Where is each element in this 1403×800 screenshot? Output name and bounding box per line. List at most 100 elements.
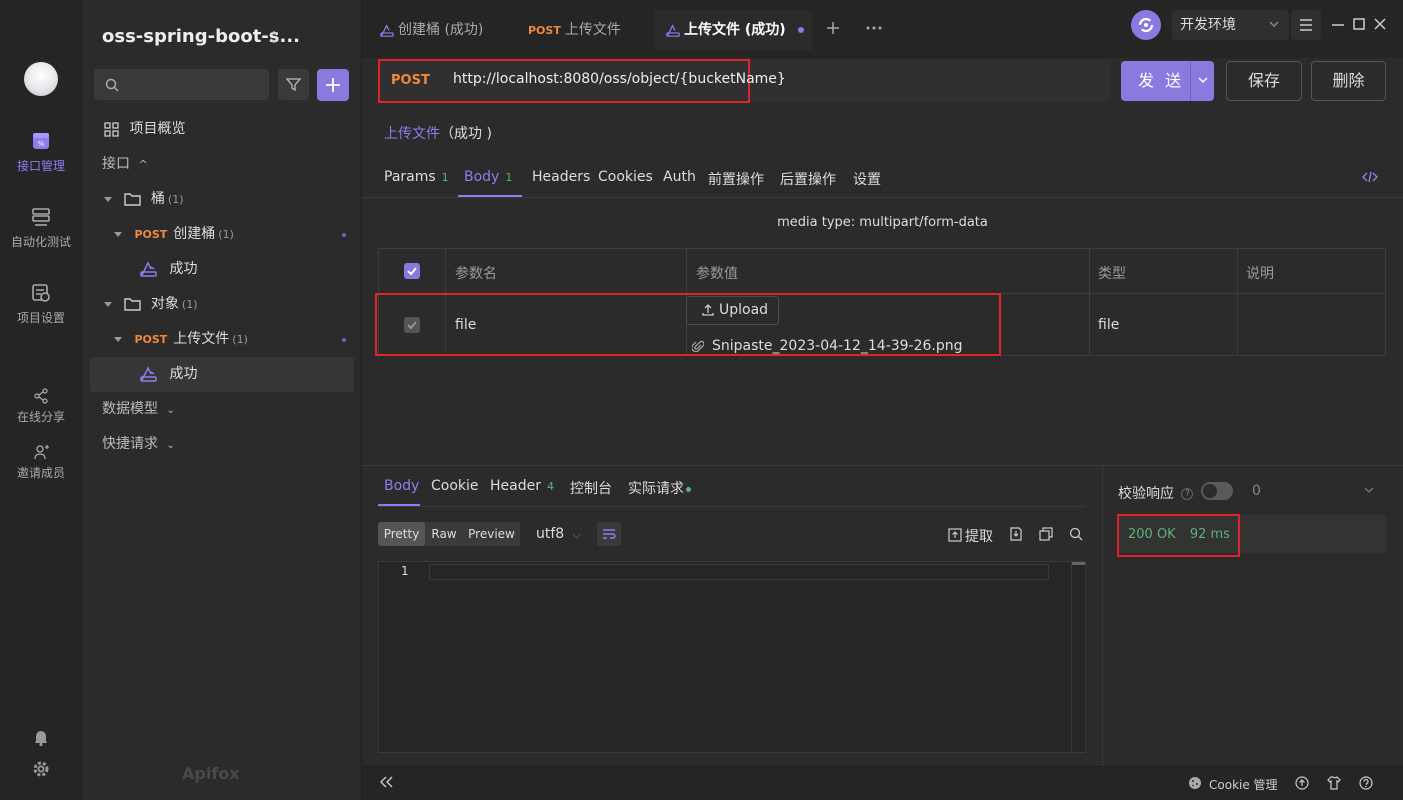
env-select[interactable]: 开发环境 [1172,10,1289,40]
res-tab-console[interactable]: 控制台 [570,478,612,498]
automation-icon [30,206,52,228]
extract-label: 提取 [965,529,993,545]
tab-params[interactable]: Params 1 [384,169,449,185]
tree-overview[interactable]: 项目概览 [82,112,362,147]
param-type-select[interactable]: file [1098,317,1119,333]
help-icon[interactable] [1359,776,1373,790]
tab-settings[interactable]: 设置 [853,169,881,189]
tree-case-success-2[interactable]: 成功 [90,357,354,392]
tab-upload-file-success[interactable]: 上传文件 (成功) [654,10,812,50]
res-tab-body[interactable]: Body [384,478,419,494]
nav-rail: % 接口管理 自动化测试 项目设置 在线分享 邀请成员 [0,0,82,800]
tab-pre-ops[interactable]: 前置操作 [708,169,764,189]
tree-section-interfaces[interactable]: 接口 ^ [82,147,362,182]
col-divider [1237,249,1238,355]
rail-api-management[interactable]: % 接口管理 [0,130,82,174]
highlight-box-file-row [375,293,1001,356]
tab-headers[interactable]: Headers [532,169,590,185]
tab-body[interactable]: Body 1 [464,169,512,185]
validate-toggle[interactable] [1201,482,1233,500]
search-input[interactable] [94,69,269,100]
header-param-name: 参数名 [455,266,497,282]
search-icon[interactable] [1069,527,1083,541]
cookie-manager-link[interactable]: Cookie 管理 [1209,776,1278,793]
response-editor[interactable]: 1 [378,561,1086,753]
send-button[interactable]: 发 送 [1121,61,1214,101]
select-all-checkbox[interactable] [404,263,420,279]
rail-share[interactable]: 在线分享 [0,388,82,425]
method-badge: POST [134,228,168,241]
filter-button[interactable] [278,69,309,100]
shirt-icon[interactable] [1327,776,1341,790]
divider [1102,466,1103,766]
chevron-down-icon[interactable] [1198,77,1208,84]
tab-label: 上传文件 (成功) [684,22,786,38]
api-label: 创建桶 [173,226,216,242]
mode-preview[interactable]: Preview [463,522,520,546]
copy-icon[interactable] [1039,527,1053,541]
rail-automation[interactable]: 自动化测试 [0,206,82,250]
tab-cookies[interactable]: Cookies [598,169,653,185]
mode-raw[interactable]: Raw [425,522,463,546]
scrollbar-thumb[interactable] [1072,562,1085,565]
wrap-toggle[interactable] [597,522,621,546]
media-type: media type: multipart/form-data [777,215,988,230]
case-icon [140,366,157,382]
tab-upload-file[interactable]: POST 上传文件 [528,10,621,50]
tab-auth[interactable]: Auth [663,169,696,185]
rail-invite[interactable]: 邀请成员 [0,444,82,481]
current-line-highlight [429,564,1049,580]
res-tab-header[interactable]: Header 4 [490,478,554,494]
method-select[interactable]: POST [391,73,430,88]
chevron-down-icon[interactable] [1364,487,1374,494]
tree-section-data-model[interactable]: 数据模型 ⌄ [82,392,362,427]
collapse-sidebar-icon[interactable] [380,776,393,788]
minimize-icon[interactable] [1331,17,1345,31]
validate-label: 校验响应 [1118,486,1174,502]
new-tab-button[interactable] [825,20,841,36]
delete-button[interactable]: 删除 [1311,61,1386,101]
section-label: 接口 [102,156,130,172]
tab-create-bucket[interactable]: 创建桶 (成功) [380,10,483,50]
tree-api-create-bucket[interactable]: POST 创建桶 (1) [82,217,362,252]
cookie-icon [1188,776,1202,790]
url-input[interactable]: http://localhost:8080/oss/object/{bucket… [453,71,786,87]
api-tree: 项目概览 接口 ^ 桶 (1) POST 创建桶 (1) 成功 对象 (1) P… [82,112,362,462]
res-tab-cookie[interactable]: Cookie [431,478,479,494]
upload-icon[interactable] [1295,776,1309,790]
code-icon[interactable] [1362,170,1378,184]
help-icon[interactable]: ? [1181,488,1194,500]
encoding-select[interactable]: utf8 ⌵ [536,526,581,542]
tab-post-ops[interactable]: 后置操作 [780,169,836,189]
tree-section-quick-request[interactable]: 快捷请求 ⌄ [82,427,362,462]
tree-folder-bucket[interactable]: 桶 (1) [82,182,362,217]
download-icon[interactable] [1009,527,1023,541]
project-switch-icon[interactable] [268,28,280,46]
invite-icon [33,444,49,460]
save-button[interactable]: 保存 [1226,61,1302,101]
close-icon[interactable] [1373,17,1387,31]
api-link[interactable]: 上传文件 [384,126,440,142]
maximize-icon[interactable] [1352,17,1366,31]
add-button[interactable] [317,69,349,101]
menu-button[interactable] [1291,10,1321,40]
apifox-window: % 接口管理 自动化测试 项目设置 在线分享 邀请成员 oss-spring-b… [0,0,1403,800]
expand-icon [104,196,112,202]
tree-folder-object[interactable]: 对象 (1) [82,287,362,322]
overview-label: 项目概览 [129,121,186,137]
more-icon[interactable] [866,26,882,30]
tree-case-success-1[interactable]: 成功 [82,252,362,287]
res-tab-actual-request[interactable]: 实际请求 [628,478,691,498]
notification-bell-icon[interactable] [31,727,51,747]
share-icon [33,388,49,404]
team-avatar[interactable] [24,62,58,96]
env-manage-button[interactable] [1131,10,1161,40]
mode-pretty[interactable]: Pretty [378,522,425,546]
gear-icon[interactable] [31,759,51,779]
status-dot [686,486,691,492]
tree-api-upload-file[interactable]: POST 上传文件 (1) [82,322,362,357]
case-name[interactable]: 上传文件（成功 ) [384,123,492,143]
rail-project-settings[interactable]: 项目设置 [0,282,82,326]
scrollbar[interactable] [1071,562,1085,752]
encoding-label: utf8 [536,526,565,542]
